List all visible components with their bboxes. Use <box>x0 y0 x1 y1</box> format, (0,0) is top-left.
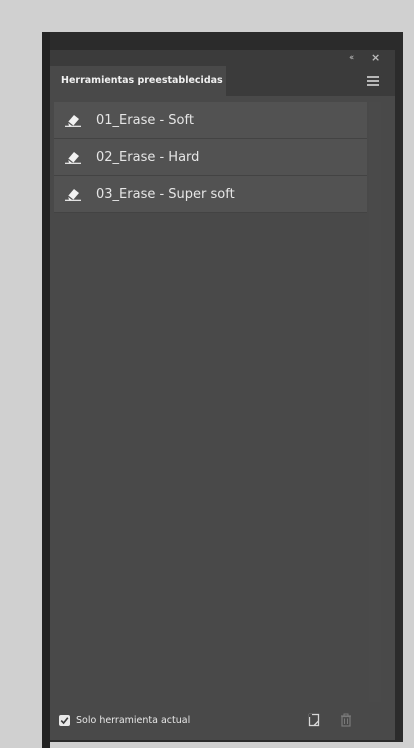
preset-label: 01_Erase - Soft <box>96 113 194 128</box>
preset-item-hard[interactable]: 02_Erase - Hard <box>54 139 367 176</box>
current-tool-only-checkbox[interactable] <box>59 715 70 726</box>
scrollbar[interactable] <box>369 102 381 702</box>
tab-tool-presets[interactable]: Herramientas preestablecidas <box>50 66 226 96</box>
trash-icon[interactable] <box>339 713 353 727</box>
panel-titlebar: ‹‹ × <box>50 50 395 66</box>
current-tool-only-label: Solo herramienta actual <box>76 715 191 726</box>
close-panel-button[interactable]: × <box>371 50 380 66</box>
checkmark-icon <box>60 717 69 725</box>
eraser-icon <box>65 115 81 127</box>
app-frame-edge <box>42 32 50 748</box>
eraser-icon <box>65 152 81 164</box>
preset-label: 03_Erase - Super soft <box>96 187 235 202</box>
eraser-icon <box>65 189 81 201</box>
tool-presets-panel: Herramientas preestablecidas 01_Erase - … <box>50 66 395 740</box>
panel-footer: Solo herramienta actual <box>50 704 395 740</box>
new-preset-icon[interactable] <box>307 713 321 727</box>
preset-item-super-soft[interactable]: 03_Erase - Super soft <box>54 176 367 213</box>
collapse-panel-button[interactable]: ‹‹ <box>349 50 354 66</box>
panel-tabbar: Herramientas preestablecidas <box>50 66 395 96</box>
preset-list: 01_Erase - Soft 02_Erase - Hard 03_Erase… <box>54 102 367 213</box>
panel-menu-icon[interactable] <box>367 76 379 86</box>
preset-label: 02_Erase - Hard <box>96 150 200 165</box>
preset-item-soft[interactable]: 01_Erase - Soft <box>54 102 367 139</box>
